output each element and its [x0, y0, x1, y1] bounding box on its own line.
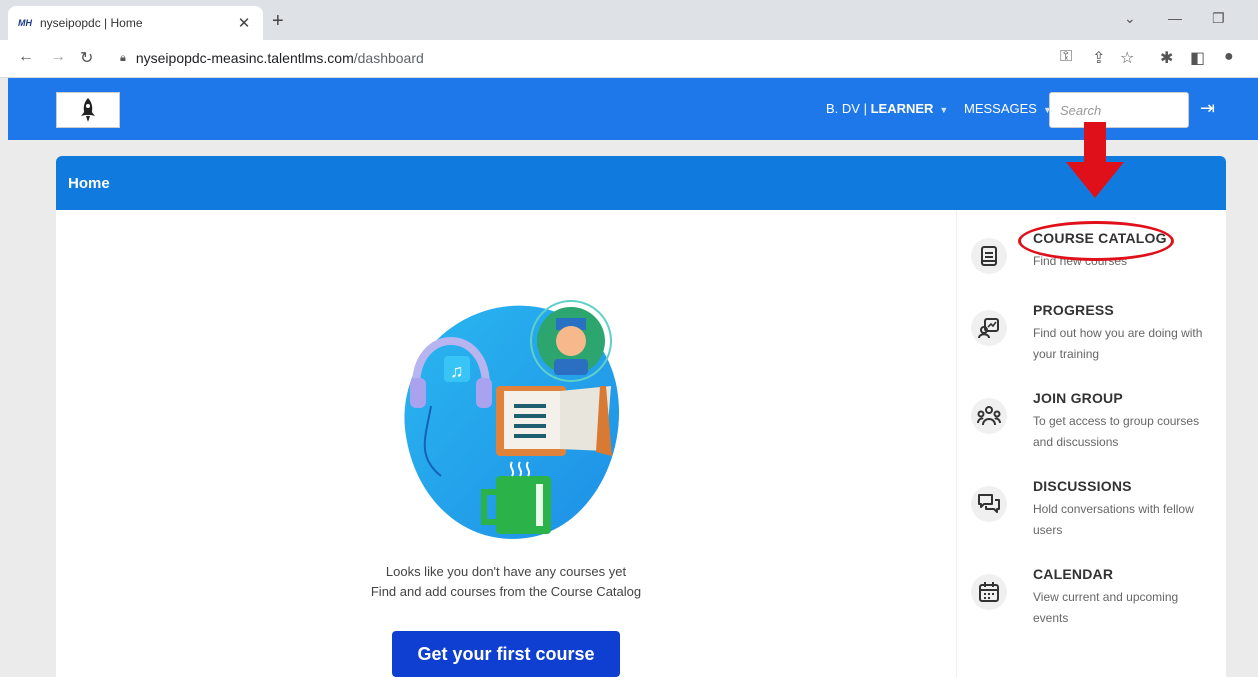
- sidebar-item-desc: To get access to group courses and discu…: [1033, 414, 1200, 449]
- star-icon[interactable]: ☆: [1120, 48, 1134, 68]
- book-icon: [971, 238, 1007, 274]
- messages-label: MESSAGES: [964, 101, 1037, 116]
- page-title: Home: [68, 174, 110, 192]
- close-icon[interactable]: ✕: [235, 14, 253, 32]
- sidebar-item-desc: View current and upcoming events: [1033, 590, 1179, 625]
- url-path: /dashboard: [353, 50, 424, 66]
- reload-icon[interactable]: ↻: [80, 48, 93, 68]
- sidebar-item-title: CALENDAR: [1033, 566, 1114, 582]
- empty-message-line2: Find and add courses from the Course Cat…: [370, 584, 642, 599]
- restore-icon[interactable]: ❐: [1212, 10, 1225, 27]
- rocket-icon: [81, 98, 95, 122]
- browser-tabstrip: MH nyseipopdc | Home ✕ + ⌄ — ❐: [0, 0, 1258, 40]
- group-icon: [971, 398, 1007, 434]
- extensions-icon[interactable]: ✱: [1160, 48, 1173, 68]
- browser-address-bar: ← → ↻ 🔒︎ nyseipopdc-measinc.talentlms.co…: [0, 40, 1258, 78]
- discussion-icon: [971, 486, 1007, 522]
- empty-message-line1: Looks like you don't have any courses ye…: [385, 564, 627, 579]
- url-host: nyseipopdc-measinc.talentlms.com: [135, 50, 354, 66]
- user-menu[interactable]: B. DV | LEARNER ▼: [826, 101, 948, 116]
- lock-icon: 🔒︎: [120, 51, 126, 64]
- sidebar-item-join-group[interactable]: JOIN GROUP To get access to group course…: [971, 390, 1221, 470]
- sidebar-item-discussions[interactable]: DISCUSSIONS Hold conversations with fell…: [971, 478, 1221, 558]
- url-field[interactable]: 🔒︎ nyseipopdc-measinc.talentlms.com/dash…: [120, 50, 424, 66]
- sidebar-item-progress[interactable]: PROGRESS Find out how you are doing with…: [971, 302, 1221, 382]
- new-tab-icon[interactable]: +: [272, 10, 284, 33]
- caret-down-icon: ▼: [939, 105, 949, 115]
- chevron-down-icon[interactable]: ⌄: [1124, 10, 1136, 27]
- user-role: LEARNER: [870, 101, 934, 116]
- sidebar-item-title: PROGRESS: [1033, 302, 1114, 318]
- svg-text:♫: ♫: [450, 361, 464, 381]
- get-first-course-button[interactable]: Get your first course: [392, 631, 620, 677]
- sidebar-item-title: JOIN GROUP: [1033, 390, 1123, 406]
- sidebar-item-calendar[interactable]: CALENDAR View current and upcoming event…: [971, 566, 1221, 646]
- messages-menu[interactable]: MESSAGES ▼: [964, 101, 1052, 116]
- browser-tab[interactable]: MH nyseipopdc | Home ✕: [8, 6, 263, 40]
- annotation-highlight-oval: [1018, 221, 1174, 261]
- progress-icon: [971, 310, 1007, 346]
- logout-icon[interactable]: ⇥: [1200, 98, 1215, 119]
- site-favicon-icon: MH: [18, 18, 32, 28]
- share-icon[interactable]: ⇪: [1092, 48, 1105, 68]
- key-icon[interactable]: ⚿: [1060, 48, 1072, 66]
- sidebar-item-desc: Hold conversations with fellow users: [1033, 502, 1194, 537]
- sidebar-item-title: DISCUSSIONS: [1033, 478, 1132, 494]
- sidebar-item-desc: Find out how you are doing with your tra…: [1033, 326, 1203, 361]
- card-header: Home: [56, 156, 1226, 210]
- calendar-icon: [971, 574, 1007, 610]
- quick-links-sidebar: COURSE CATALOG Find new courses PROGRESS…: [956, 210, 1226, 677]
- empty-courses-illustration: ♫: [404, 300, 620, 539]
- side-panel-icon[interactable]: ◧: [1190, 48, 1205, 68]
- back-icon[interactable]: ←: [18, 48, 34, 66]
- annotation-arrow-icon: [1066, 122, 1124, 198]
- user-name: B. DV: [826, 101, 860, 116]
- forward-icon[interactable]: →: [50, 48, 66, 66]
- logo[interactable]: [56, 92, 120, 128]
- profile-icon[interactable]: ●: [1224, 48, 1234, 66]
- minimize-icon[interactable]: —: [1168, 10, 1182, 26]
- tab-title: nyseipopdc | Home: [40, 16, 143, 30]
